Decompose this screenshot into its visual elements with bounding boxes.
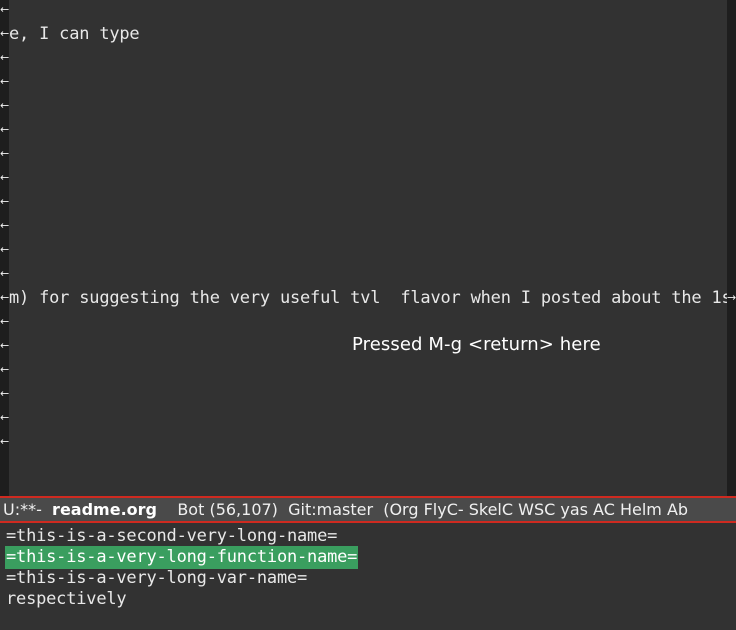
text-window[interactable]: ← ← ← ← ← ← ← ← ← ← ← ← ← ← ← ← ← ← ← → e, I can type m) fo… — [0, 0, 736, 496]
echo-area-line[interactable]: =this-is-a-very-long-var-name= — [6, 567, 307, 590]
fringe-continuation-left-icon: ← — [0, 219, 10, 232]
buffer-text-area[interactable]: e, I can type m) for suggesting the very … — [9, 0, 732, 496]
fringe-continuation-left-icon: ← — [0, 75, 10, 88]
fringe-continuation-left-icon: ← — [0, 411, 10, 424]
fringe-continuation-left-icon: ← — [0, 27, 10, 40]
fringe-continuation-left-icon: ← — [0, 435, 10, 448]
fringe-continuation-left-icon: ← — [0, 387, 10, 400]
fringe-continuation-left-icon: ← — [0, 147, 10, 160]
fringe-continuation-left-icon: ← — [0, 123, 10, 136]
mode-line-segment: U:**- — [3, 500, 53, 519]
buffer-line: m) for suggesting the very useful tvl fl… — [9, 288, 732, 308]
emacs-frame: ← ← ← ← ← ← ← ← ← ← ← ← ← ← ← ← ← ← ← → e, I can type m) fo… — [0, 0, 736, 630]
echo-area-line[interactable]: respectively — [6, 588, 127, 611]
fringe-continuation-left-icon: ← — [0, 291, 10, 304]
fringe-continuation-left-icon: ← — [0, 3, 10, 16]
fringe-continuation-left-icon: ← — [0, 315, 10, 328]
fringe-continuation-right-icon: → — [727, 291, 736, 304]
fringe-continuation-left-icon: ← — [0, 339, 10, 352]
mode-line[interactable]: U:**- readme.org Bot (56,107) Git:master… — [0, 496, 736, 523]
echo-area-line[interactable]: =this-is-a-second-very-long-name= — [6, 525, 337, 548]
right-fringe: → — [727, 0, 736, 496]
echo-area-line-selected[interactable]: =this-is-a-very-long-function-name= — [5, 546, 359, 569]
fringe-continuation-left-icon: ← — [0, 243, 10, 256]
fringe-continuation-left-icon: ← — [0, 51, 10, 64]
fringe-continuation-left-icon: ← — [0, 195, 10, 208]
fringe-continuation-left-icon: ← — [0, 363, 10, 376]
echo-area[interactable]: =this-is-a-second-very-long-name= =this-i… — [0, 525, 736, 630]
fringe-continuation-left-icon: ← — [0, 171, 10, 184]
buffer-line: e, I can type — [9, 24, 140, 44]
fringe-continuation-left-icon: ← — [0, 267, 10, 280]
mode-line-segment: Bot (56,107) Git:master (Org FlyC- SkelC… — [156, 500, 689, 519]
mode-line-content: U:**- readme.org Bot (56,107) Git:master… — [3, 498, 688, 521]
left-fringe: ← ← ← ← ← ← ← ← ← ← ← ← ← ← ← ← ← ← ← — [0, 0, 9, 496]
mode-line-buffer-name: readme.org — [52, 500, 157, 519]
fringe-continuation-left-icon: ← — [0, 99, 10, 112]
annotation-label: Pressed M-g <return> here — [352, 334, 601, 355]
